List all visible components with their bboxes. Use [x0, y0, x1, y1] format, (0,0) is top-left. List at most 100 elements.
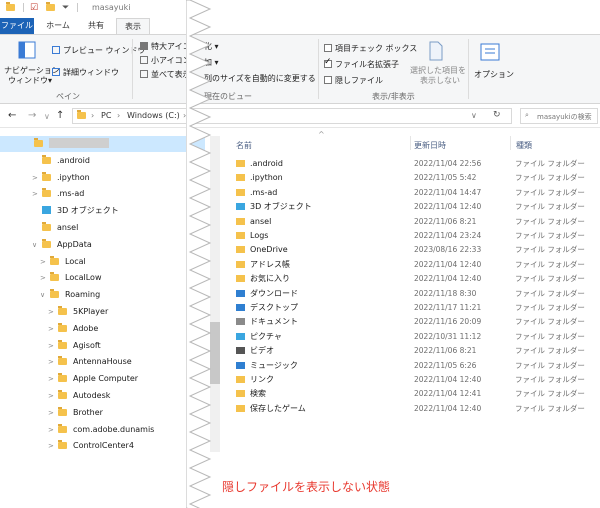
tab-view[interactable]: 表示	[116, 18, 150, 34]
chevron-right-icon[interactable]: >	[48, 405, 58, 421]
item-checkboxes-toggle[interactable]: 項目チェック ボックス	[324, 43, 417, 54]
breadcrumb-pc[interactable]: PC	[101, 111, 111, 120]
chevron-right-icon[interactable]: >	[48, 354, 58, 370]
back-button[interactable]: ←	[8, 110, 16, 121]
table-row[interactable]: 検索	[236, 387, 266, 401]
file-extensions-checkbox[interactable]	[324, 57, 332, 68]
table-row[interactable]: お気に入り	[236, 272, 290, 286]
customize-qat-icon[interactable]: ⏷	[62, 3, 69, 13]
details-pane-button[interactable]: 詳細ウィンドウ	[52, 67, 119, 78]
table-row[interactable]: ドキュメント	[236, 315, 298, 329]
tree-item[interactable]: > Agisoft	[48, 338, 101, 354]
small-icons-button[interactable]: 小アイコン	[140, 55, 191, 66]
table-row[interactable]: リンク	[236, 373, 274, 387]
recent-locations-button[interactable]: ∨	[44, 112, 50, 121]
table-row[interactable]: 3D オブジェクト	[236, 200, 312, 214]
tree-item[interactable]: > ControlCenter4	[48, 438, 134, 454]
column-divider[interactable]	[510, 136, 511, 150]
file-date: 2022/11/04 12:40	[414, 403, 482, 413]
table-row[interactable]: 保存したゲーム	[236, 402, 306, 416]
chevron-right-icon[interactable]: ›	[117, 111, 120, 120]
table-row[interactable]: OneDrive	[236, 243, 288, 257]
tab-file[interactable]: ファイル	[0, 18, 34, 34]
chevron-right-icon[interactable]: >	[32, 186, 42, 202]
tree-item[interactable]: 3D オブジェクト	[32, 203, 119, 219]
column-header-name[interactable]: 名前	[236, 140, 252, 151]
up-button[interactable]: ↑	[56, 110, 64, 121]
options-icon[interactable]	[480, 43, 500, 63]
table-row[interactable]: .ipython	[236, 171, 283, 185]
tree-item[interactable]	[24, 136, 109, 152]
new-folder-icon[interactable]	[46, 2, 55, 13]
search-input[interactable]: ⌕ masayukiの検索	[520, 108, 598, 124]
table-row[interactable]: デスクトップ	[236, 301, 298, 315]
tree-item[interactable]: >5KPlayer	[48, 304, 108, 320]
column-divider[interactable]	[410, 136, 411, 150]
tree-item[interactable]: > Autodesk	[48, 388, 110, 404]
hidden-items-checkbox[interactable]	[324, 76, 332, 84]
table-row[interactable]: ビデオ	[236, 344, 274, 358]
folder-icon[interactable]	[6, 2, 15, 13]
tree-item[interactable]: > .ms-ad	[32, 186, 84, 202]
chevron-down-icon[interactable]: ∨	[32, 237, 42, 253]
chevron-right-icon[interactable]: ›	[91, 111, 94, 120]
address-dropdown-icon[interactable]: ∨	[471, 111, 477, 120]
column-header-type[interactable]: 種類	[516, 140, 532, 151]
size-all-columns-button[interactable]: 列のサイズを自動的に変更する	[204, 73, 316, 84]
refresh-icon[interactable]: ↻	[493, 110, 501, 120]
breadcrumb[interactable]: › PC › Windows (C:) › ∨ ↻	[72, 108, 512, 124]
tree-item[interactable]: > Apple Computer	[48, 371, 138, 387]
table-row[interactable]: ミュージック	[236, 359, 298, 373]
tree-item[interactable]: ∨ AppData	[32, 237, 92, 253]
forward-button[interactable]: →	[28, 110, 36, 121]
hidden-items-toggle[interactable]: 隠しファイル	[324, 75, 383, 86]
tree-item[interactable]: ∨ Roaming	[40, 287, 100, 303]
tree-item[interactable]: ansel	[32, 220, 78, 236]
tree-item[interactable]: .android	[32, 153, 90, 169]
tree-item[interactable]: > .ipython	[32, 170, 90, 186]
file-name: 検索	[250, 389, 266, 399]
chevron-right-icon[interactable]: >	[48, 438, 58, 454]
table-row[interactable]: ansel	[236, 215, 271, 229]
chevron-right-icon[interactable]: >	[48, 321, 58, 337]
hide-selected-button-sub[interactable]: 表示しない	[420, 75, 460, 86]
chevron-right-icon[interactable]: >	[48, 304, 58, 320]
table-row[interactable]: ダウンロード	[236, 287, 298, 301]
tree-item[interactable]: > AntennaHouse	[48, 354, 132, 370]
chevron-right-icon[interactable]: >	[40, 254, 50, 270]
tree-item[interactable]: > Brother	[48, 405, 103, 421]
tree-item[interactable]: > LocalLow	[40, 270, 102, 286]
navigation-pane-icon[interactable]	[18, 41, 36, 61]
chevron-right-icon[interactable]: >	[48, 388, 58, 404]
table-row[interactable]: Logs	[236, 229, 268, 243]
column-header-date[interactable]: 更新日時	[414, 140, 446, 151]
chevron-down-icon[interactable]: ∨	[40, 287, 50, 303]
tab-home[interactable]: ホーム	[40, 18, 76, 34]
table-row[interactable]: .android	[236, 157, 283, 171]
chevron-right-icon[interactable]: >	[40, 270, 50, 286]
breadcrumb-drive[interactable]: Windows (C:)	[127, 111, 180, 120]
table-row[interactable]: ピクチャ	[236, 330, 282, 344]
tree-item[interactable]: > Local	[40, 254, 86, 270]
file-extensions-toggle[interactable]: ファイル名拡張子	[324, 57, 399, 70]
chevron-right-icon[interactable]: >	[48, 338, 58, 354]
chevron-right-icon[interactable]: >	[48, 422, 58, 438]
file-type: ファイル フォルダー	[515, 375, 585, 384]
tiles-button[interactable]: 並べて表示	[140, 69, 191, 80]
tab-share[interactable]: 共有	[80, 18, 112, 34]
sort-ascending-icon: ^	[318, 130, 325, 139]
navigation-pane-button-sub[interactable]: ウィンドウ▾	[8, 75, 52, 86]
chevron-right-icon[interactable]: >	[48, 371, 58, 387]
file-name: Logs	[250, 231, 269, 240]
file-date: 2022/11/18 8:30	[414, 288, 477, 298]
tree-item[interactable]: > com.adobe.dunamis	[48, 422, 154, 438]
tree-item[interactable]: > Adobe	[48, 321, 98, 337]
table-row[interactable]: アドレス帳	[236, 258, 290, 272]
table-row[interactable]: .ms-ad	[236, 186, 277, 200]
hide-selected-icon[interactable]	[428, 41, 444, 63]
options-button[interactable]: オプション	[474, 69, 514, 80]
item-checkboxes-checkbox[interactable]	[324, 44, 332, 52]
properties-icon[interactable]: ☑	[30, 3, 38, 13]
chevron-right-icon[interactable]: >	[32, 170, 42, 186]
file-date: 2022/11/04 12:41	[414, 389, 482, 399]
